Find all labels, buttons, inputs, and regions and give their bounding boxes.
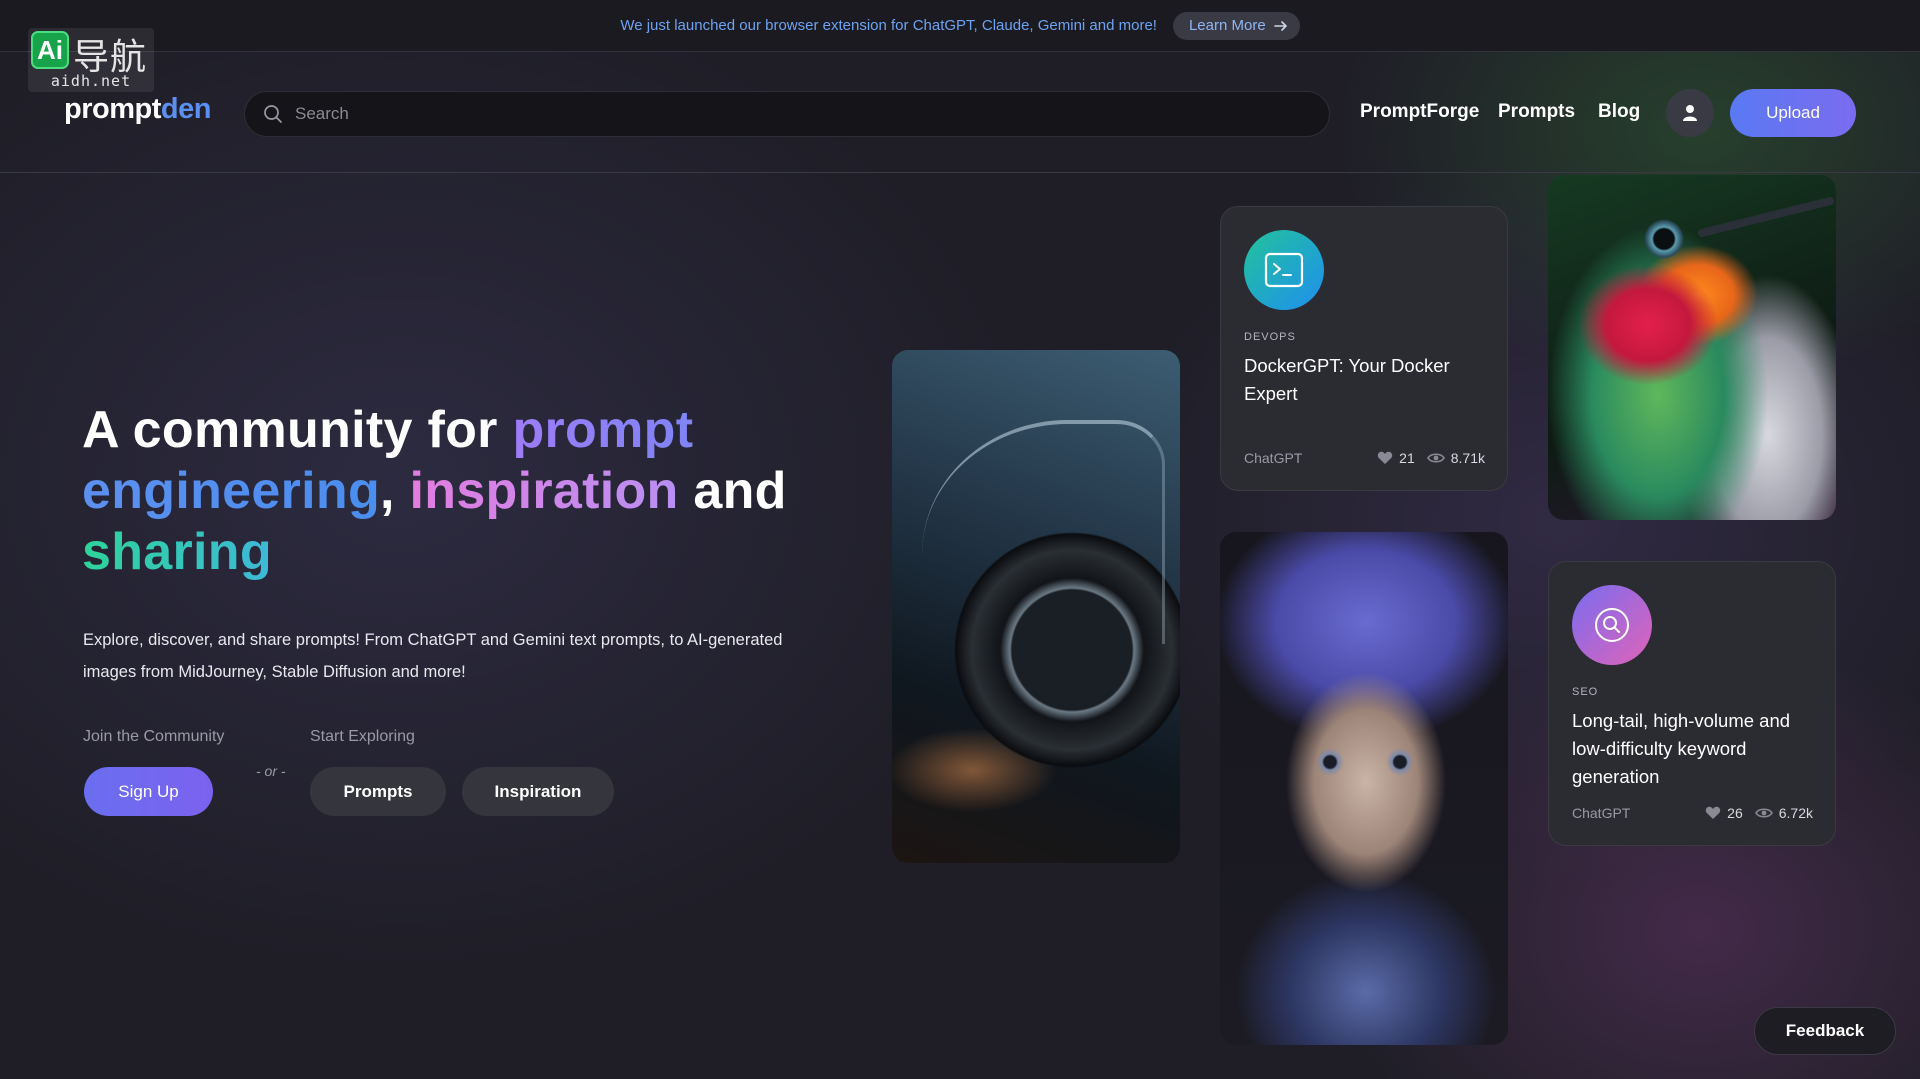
views-count: 6.72k <box>1778 805 1813 821</box>
card-footer: ChatGPT 21 8.71k <box>1244 450 1485 466</box>
car-wheel-image[interactable] <box>892 350 1180 863</box>
hero-word-inspiration: inspiration <box>409 462 679 520</box>
announcement-text: We just launched our browser extension f… <box>620 17 1157 34</box>
search-icon <box>264 105 282 123</box>
search-bar[interactable] <box>244 91 1330 137</box>
hummingbird-image[interactable] <box>1548 175 1836 520</box>
watermark-logo: Ai 导航 aidh.net <box>28 28 154 92</box>
card-category: DEVOPS <box>1244 331 1296 343</box>
card-title: Long-tail, high-volume and low-difficult… <box>1572 710 1791 787</box>
learn-more-button[interactable]: Learn More <box>1172 11 1300 40</box>
upload-button[interactable]: Upload <box>1730 89 1856 137</box>
flower-hair-woman-image[interactable] <box>1220 532 1508 1045</box>
views-stat: 8.71k <box>1426 450 1485 466</box>
inspiration-button[interactable]: Inspiration <box>462 767 614 816</box>
likes-count: 21 <box>1399 450 1415 466</box>
announcement-bar: We just launched our browser extension f… <box>0 0 1920 52</box>
start-exploring-label: Start Exploring <box>310 728 415 745</box>
card-footer: ChatGPT 26 6.72k <box>1572 805 1813 821</box>
hero-title: A community for prompt engineering, inspi… <box>82 401 787 581</box>
card-icon-circle <box>1572 585 1652 665</box>
search-input[interactable] <box>295 104 1275 124</box>
watermark-domain: aidh.net <box>50 72 132 90</box>
terminal-icon <box>1264 252 1304 288</box>
eye-icon <box>1754 808 1773 818</box>
brand-logo[interactable]: promptden <box>64 93 211 126</box>
views-count: 8.71k <box>1450 450 1485 466</box>
card-title: DockerGPT: Your Docker Expert <box>1244 355 1450 404</box>
heart-icon <box>1377 451 1393 464</box>
prompts-button[interactable]: Prompts <box>310 767 446 816</box>
arrow-right-icon <box>1273 20 1287 31</box>
user-account-button[interactable] <box>1666 89 1714 137</box>
likes-stat[interactable]: 26 <box>1705 805 1743 821</box>
likes-count: 26 <box>1727 805 1743 821</box>
brand-text-den: den <box>160 93 212 125</box>
user-icon <box>1683 105 1697 121</box>
nav-prompts[interactable]: Prompts <box>1498 101 1575 123</box>
brand-text-prompt: prompt <box>64 93 161 125</box>
card-model: ChatGPT <box>1244 450 1303 466</box>
heart-icon <box>1705 806 1721 819</box>
card-category: SEO <box>1572 686 1599 698</box>
prompt-card-seo-keywords[interactable]: SEO Long-tail, high-volume and low-diffi… <box>1548 561 1836 846</box>
hero-description: Explore, discover, and share prompts! Fr… <box>83 631 783 681</box>
search-icon <box>1595 608 1629 642</box>
likes-stat[interactable]: 21 <box>1377 450 1415 466</box>
join-community-label: Join the Community <box>83 728 225 745</box>
sign-up-button[interactable]: Sign Up <box>84 767 213 816</box>
or-separator: - or - <box>256 763 286 779</box>
hero-word-sharing: sharing <box>82 523 272 581</box>
prompt-card-dockergpt[interactable]: DEVOPS DockerGPT: Your Docker Expert Cha… <box>1220 206 1508 491</box>
nav-promptforge[interactable]: PromptForge <box>1360 101 1479 123</box>
hero-word-prompt: prompt <box>512 401 694 459</box>
feedback-button[interactable]: Feedback <box>1754 1007 1896 1055</box>
card-icon-circle <box>1244 230 1324 310</box>
card-model: ChatGPT <box>1572 805 1631 821</box>
views-stat: 6.72k <box>1754 805 1813 821</box>
nav-blog[interactable]: Blog <box>1598 101 1640 123</box>
site-header: promptden PromptForge Prompts Blog Uploa… <box>0 53 1920 173</box>
watermark-badge: Ai <box>31 31 69 69</box>
eye-icon <box>1426 453 1445 463</box>
hero-word-engineering: engineering <box>82 462 381 520</box>
learn-more-label: Learn More <box>1188 17 1266 34</box>
